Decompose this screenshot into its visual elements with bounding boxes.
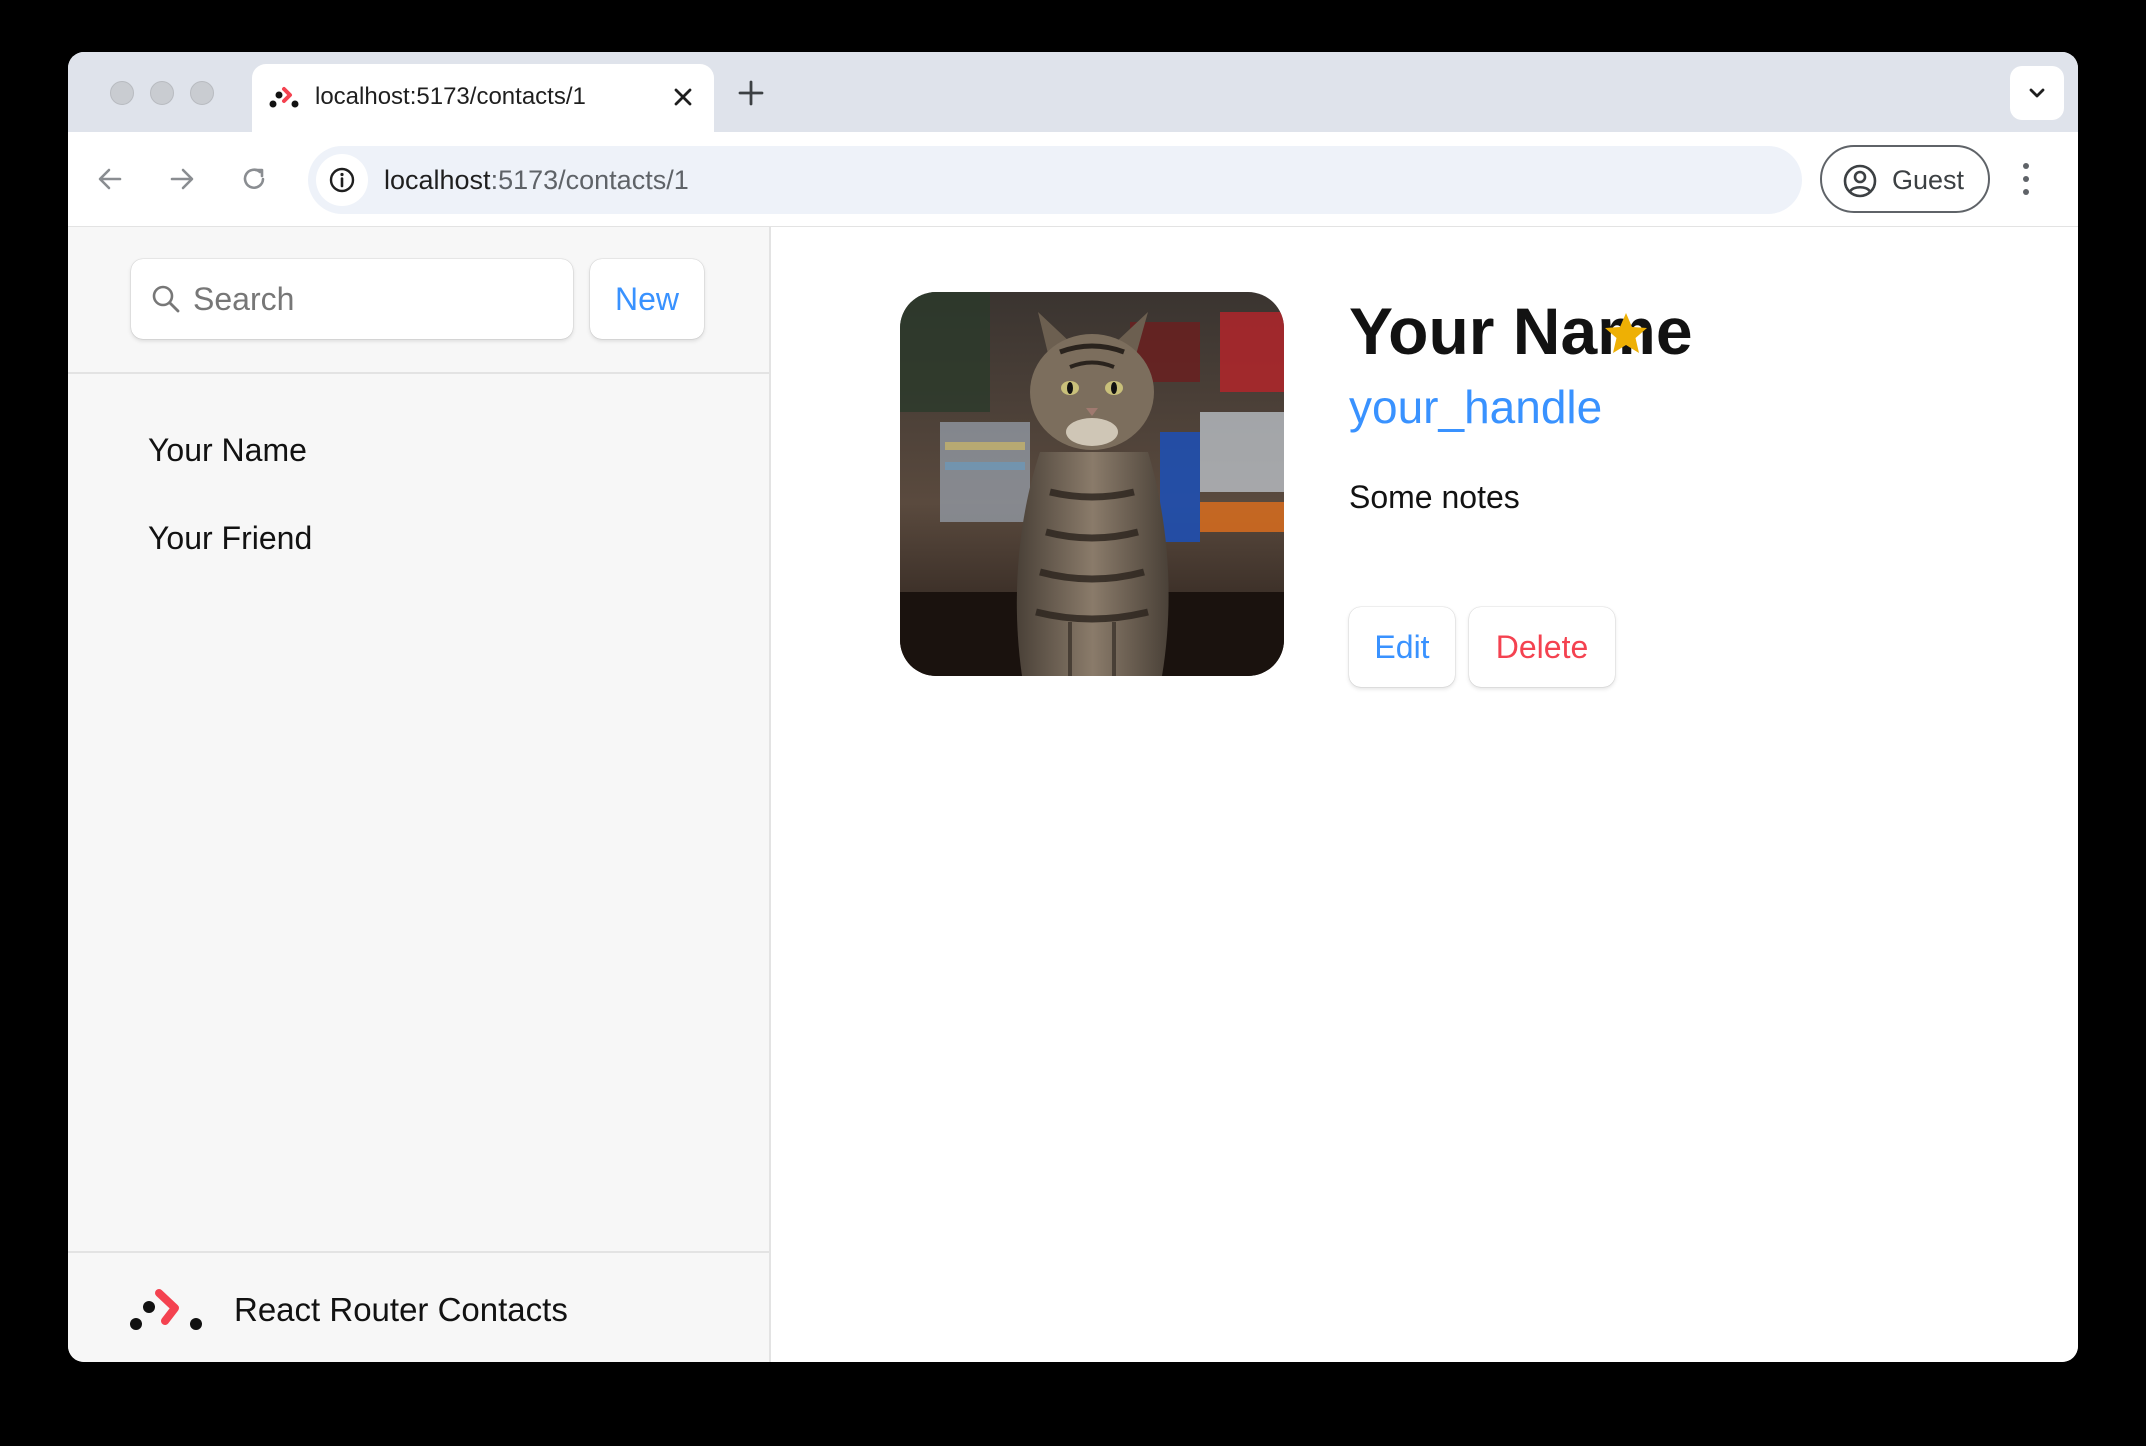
forward-arrow-icon[interactable] — [164, 161, 200, 197]
sidebar: New Your Name Your Friend React Router C… — [68, 227, 771, 1362]
star-icon — [1605, 313, 1647, 353]
account-circle-icon — [1843, 164, 1877, 198]
contact-link[interactable]: Your Friend — [148, 518, 312, 558]
edit-button[interactable]: Edit — [1349, 607, 1455, 687]
url-path: :5173/contacts/1 — [490, 165, 689, 195]
close-tab-icon[interactable] — [668, 82, 698, 112]
new-contact-button[interactable]: New — [590, 259, 704, 339]
contact-notes: Some notes — [1349, 479, 1520, 515]
info-icon — [329, 167, 355, 193]
contact-handle-link[interactable]: your_handle — [1349, 379, 1602, 435]
sidebar-header: New — [68, 227, 769, 374]
tab-search-button[interactable] — [2010, 66, 2064, 120]
chevron-down-icon — [2029, 88, 2045, 98]
browser-toolbar: localhost:5173/contacts/1 Guest — [68, 132, 2078, 227]
site-info-button[interactable] — [316, 154, 368, 206]
react-router-favicon-icon — [269, 87, 299, 108]
react-router-logo-icon — [130, 1289, 202, 1330]
search-input[interactable] — [193, 259, 563, 339]
browser-tab-active[interactable]: localhost:5173/contacts/1 — [252, 64, 714, 132]
profile-button[interactable]: Guest — [1820, 145, 1990, 213]
back-arrow-icon[interactable] — [92, 161, 128, 197]
minimize-window-button[interactable] — [150, 81, 174, 105]
app-title: React Router Contacts — [234, 1291, 568, 1328]
new-tab-icon[interactable] — [734, 76, 768, 110]
search-icon — [152, 285, 180, 313]
address-url: localhost:5173/contacts/1 — [384, 163, 689, 197]
maximize-window-button[interactable] — [190, 81, 214, 105]
page-content: New Your Name Your Friend React Router C… — [68, 227, 2078, 1362]
contact-link[interactable]: Your Name — [148, 430, 312, 470]
contact-avatar — [900, 292, 1284, 676]
sidebar-footer: React Router Contacts — [68, 1251, 769, 1362]
close-window-button[interactable] — [110, 81, 134, 105]
profile-label: Guest — [1892, 165, 1965, 195]
search-box[interactable] — [131, 259, 573, 339]
contact-detail: Your Name your_handle Some notes Edit De… — [773, 227, 2078, 1362]
cat-photo — [900, 292, 1284, 676]
favorite-button[interactable] — [1601, 309, 1651, 359]
tab-title: localhost:5173/contacts/1 — [315, 83, 586, 110]
delete-button[interactable]: Delete — [1469, 607, 1615, 687]
url-host: localhost — [384, 165, 491, 195]
contact-list: Your Name Your Friend — [148, 430, 312, 606]
tab-strip: localhost:5173/contacts/1 — [68, 52, 2078, 132]
browser-window: localhost:5173/contacts/1 localhost:5173… — [68, 52, 2078, 1362]
address-bar[interactable]: localhost:5173/contacts/1 — [308, 146, 1802, 214]
reload-icon[interactable] — [236, 161, 272, 197]
more-menu-icon[interactable] — [2014, 154, 2038, 204]
